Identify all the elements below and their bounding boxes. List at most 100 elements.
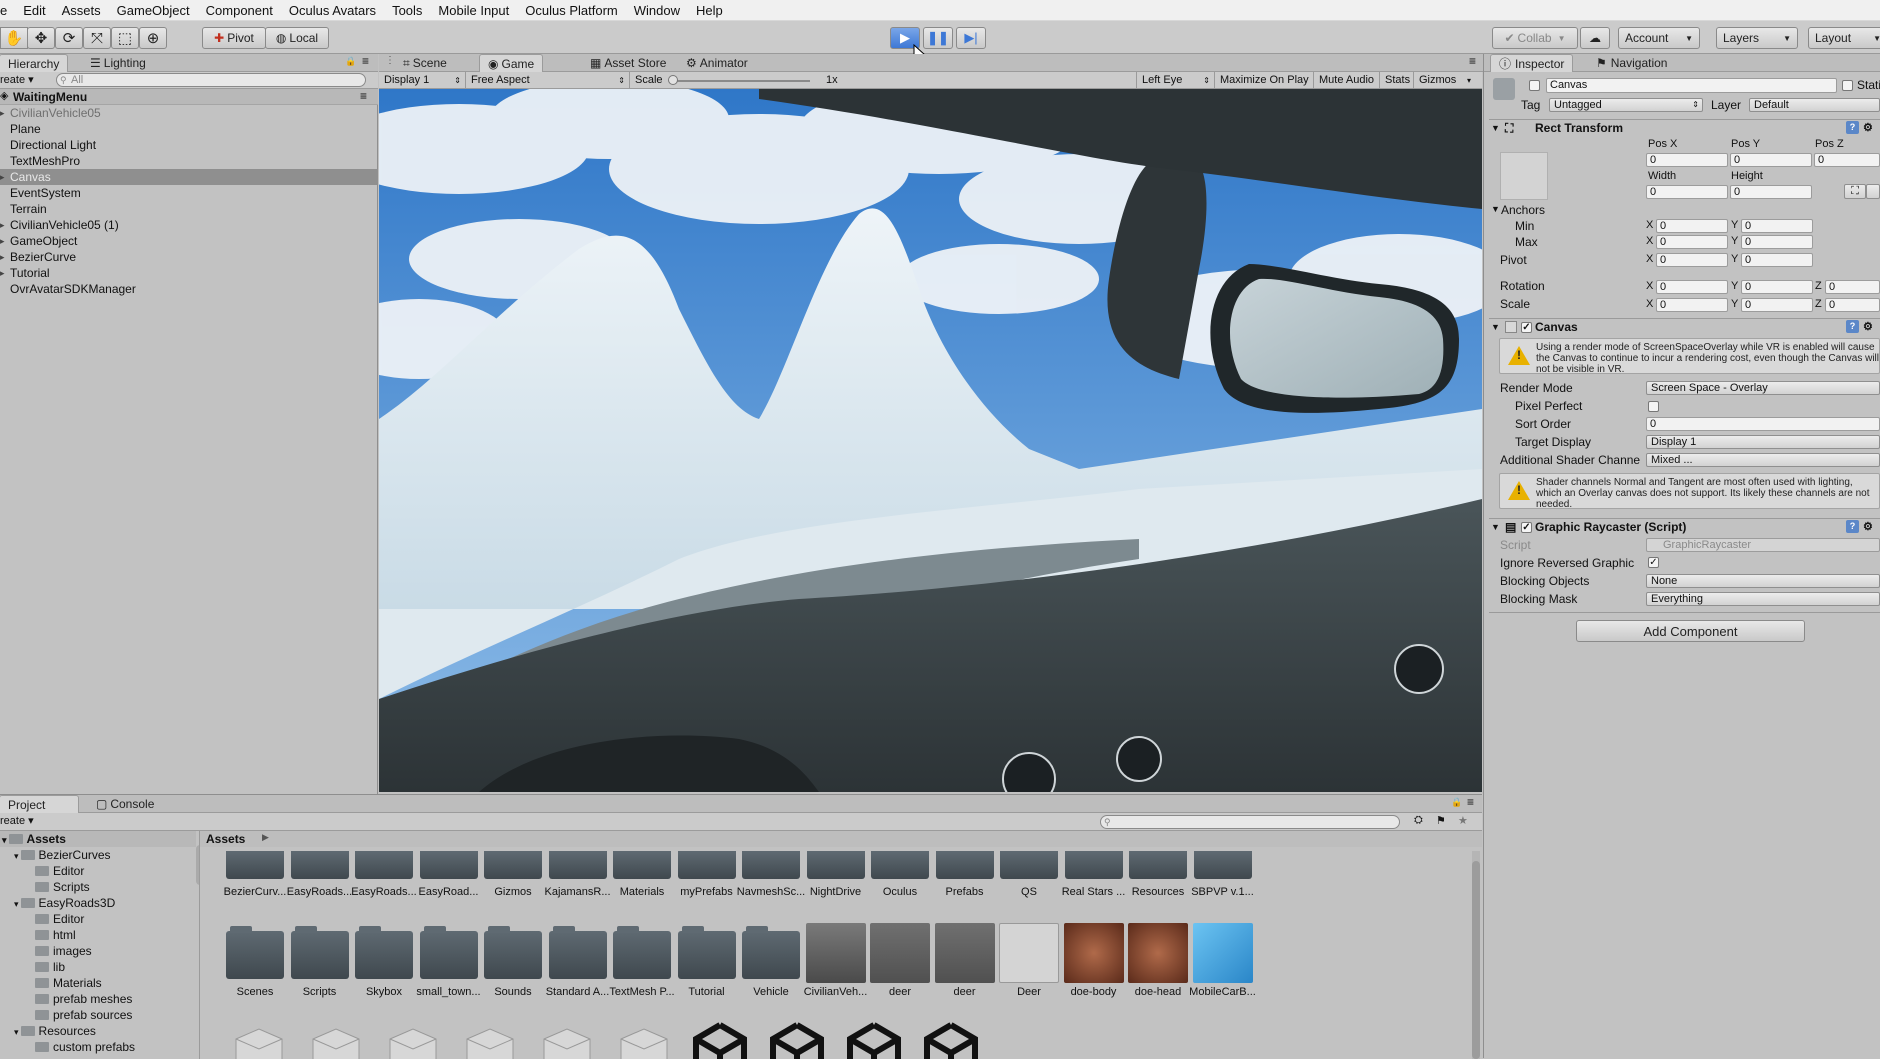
scale-slider-thumb[interactable] — [668, 75, 678, 85]
asset-folder[interactable]: Real Stars ... — [1057, 851, 1131, 898]
menu-item-tools[interactable]: Tools — [384, 3, 430, 18]
lock-icon[interactable]: 🔒 — [1451, 797, 1462, 808]
expand-arrow-icon[interactable]: ▸ — [0, 217, 5, 233]
rotation-y-input[interactable]: 0 — [1741, 280, 1813, 294]
lock-icon[interactable]: 🔒 — [345, 56, 356, 67]
menu-item-oculus-avatars[interactable]: Oculus Avatars — [281, 3, 384, 18]
tab-game[interactable]: ◉ Game — [479, 54, 544, 72]
asset-item[interactable]: Deer — [992, 923, 1066, 998]
hierarchy-item[interactable]: ▸ Canvas — [0, 169, 378, 185]
asset-folder[interactable]: Standard A... — [541, 926, 615, 998]
expand-arrow-icon[interactable]: ▾ — [14, 899, 19, 909]
prefab-icon[interactable] — [615, 1021, 673, 1059]
layers-dropdown[interactable]: Layers ▼ — [1716, 27, 1798, 49]
scale-y-input[interactable]: 0 — [1741, 298, 1813, 312]
shader-channels-dropdown[interactable]: Mixed ... — [1646, 453, 1880, 467]
transform-tool-button[interactable]: ⊕ — [139, 27, 167, 49]
canvas-enabled-checkbox[interactable]: ✓ — [1521, 322, 1532, 333]
tab-asset-store[interactable]: ▦ Asset Store — [582, 54, 674, 72]
asset-folder[interactable]: Vehicle — [734, 926, 808, 998]
scale-z-input[interactable]: 0 — [1825, 298, 1880, 312]
scale-tool-button[interactable]: ⤧ — [83, 27, 111, 49]
active-checkbox[interactable] — [1529, 80, 1540, 91]
anchor-presets-button[interactable] — [1500, 152, 1548, 200]
hierarchy-item[interactable]: ▸ CivilianVehicle05 (1) — [0, 217, 378, 233]
prefab-icon[interactable] — [461, 1021, 519, 1059]
anchor-min-x-input[interactable]: 0 — [1656, 219, 1728, 233]
favorite-star-icon[interactable]: ★ — [1458, 814, 1468, 827]
move-tool-button[interactable]: ✥ — [27, 27, 55, 49]
hierarchy-search-input[interactable]: ⚲ All — [56, 73, 366, 87]
display-dropdown[interactable]: Display 1 ⇕ — [379, 72, 466, 89]
asset-item[interactable]: doe-body — [1057, 923, 1131, 998]
hierarchy-item[interactable]: TextMeshPro — [0, 153, 378, 169]
add-component-button[interactable]: Add Component — [1576, 620, 1805, 642]
layout-dropdown[interactable]: Layout ▼ — [1808, 27, 1880, 49]
tab-project[interactable]: Project — [0, 795, 79, 813]
help-icon[interactable]: ? — [1846, 320, 1859, 333]
hierarchy-item[interactable]: ▸ CivilianVehicle05 — [0, 105, 378, 121]
asset-folder[interactable]: Gizmos — [476, 851, 550, 898]
asset-folder[interactable]: Resources — [1121, 851, 1195, 898]
project-folder-item[interactable]: ▾ EasyRoads3D — [0, 895, 196, 911]
asset-item[interactable]: doe-head — [1121, 923, 1195, 998]
hierarchy-item[interactable]: EventSystem — [0, 185, 378, 201]
prefab-icon[interactable] — [230, 1021, 288, 1059]
tab-scene[interactable]: ⌗ Scene — [395, 54, 455, 72]
asset-folder[interactable]: Tutorial — [670, 926, 744, 998]
ignore-reversed-checkbox[interactable]: ✓ — [1648, 557, 1659, 568]
menu-item-component[interactable]: Component — [198, 3, 281, 18]
expand-arrow-icon[interactable]: ▸ — [0, 105, 5, 121]
raw-edit-button[interactable]: ⛶ — [1844, 184, 1866, 199]
anchor-max-y-input[interactable]: 0 — [1741, 235, 1813, 249]
asset-folder[interactable]: EasyRoads... — [347, 851, 421, 898]
menu-item-mobile-input[interactable]: Mobile Input — [430, 3, 517, 18]
tab-console[interactable]: ▢ Console — [88, 795, 162, 813]
tab-lighting[interactable]: ☰ Lighting — [82, 54, 154, 72]
reset-button[interactable] — [1866, 184, 1880, 199]
anchor-max-x-input[interactable]: 0 — [1656, 235, 1728, 249]
scene-header[interactable]: ◈ WaitingMenu ≡ — [0, 89, 378, 105]
blocking-objects-dropdown[interactable]: None — [1646, 574, 1880, 588]
asset-item[interactable]: CivilianVeh... — [799, 923, 873, 998]
asset-folder[interactable]: QS — [992, 851, 1066, 898]
width-input[interactable]: 0 — [1646, 185, 1728, 199]
step-button[interactable]: ▶| — [956, 27, 986, 49]
rect-tool-button[interactable]: ⬚ — [111, 27, 139, 49]
local-button[interactable]: ◍ Local — [265, 27, 329, 49]
project-folder-item[interactable]: ▾ BezierCurves — [0, 847, 196, 863]
pivot-y-input[interactable]: 0 — [1741, 253, 1813, 267]
hierarchy-item[interactable]: ▸ Tutorial — [0, 265, 378, 281]
hierarchy-item[interactable]: ▸ BezierCurve — [0, 249, 378, 265]
tab-menu-icon[interactable]: ⋮ — [385, 55, 395, 66]
menu-item-window[interactable]: Window — [626, 3, 688, 18]
rotation-x-input[interactable]: 0 — [1656, 280, 1728, 294]
component-settings-icon[interactable]: ⚙ — [1863, 519, 1873, 536]
project-folder-item[interactable]: Scripts — [0, 879, 196, 895]
expand-arrow-icon[interactable]: ▼ — [1491, 519, 1500, 536]
asset-folder[interactable]: Skybox — [347, 926, 421, 998]
asset-item[interactable]: deer — [928, 923, 1002, 998]
tab-inspector[interactable]: ⓘ Inspector — [1490, 54, 1574, 72]
pause-button[interactable]: ❚❚ — [923, 27, 953, 49]
menu-item-assets[interactable]: Assets — [54, 3, 109, 18]
blocking-mask-dropdown[interactable]: Everything — [1646, 592, 1880, 606]
menu-item-oculus-platform[interactable]: Oculus Platform — [517, 3, 625, 18]
project-folder-item[interactable]: prefab sources — [0, 1007, 196, 1023]
layer-dropdown[interactable]: Default — [1749, 98, 1880, 112]
asset-folder[interactable]: small_town... — [412, 926, 486, 998]
expand-arrow-icon[interactable]: ▸ — [0, 169, 5, 185]
collab-button[interactable]: ✔ Collab ▼ — [1492, 27, 1578, 49]
filter-type-icon[interactable]: ⛭ — [1414, 814, 1423, 827]
menu-item-edit[interactable]: Edit — [15, 3, 53, 18]
unity-scene-icon[interactable] — [921, 1021, 981, 1059]
hand-tool-button[interactable]: ✋ — [0, 27, 28, 49]
hierarchy-item[interactable]: Directional Light — [0, 137, 378, 153]
asset-folder[interactable]: myPrefabs — [670, 851, 744, 898]
eye-dropdown[interactable]: Left Eye ⇕ — [1136, 72, 1215, 89]
static-checkbox[interactable] — [1842, 80, 1853, 91]
asset-item[interactable]: MobileCarB... — [1186, 923, 1260, 998]
expand-arrow-icon[interactable]: ▼ — [1491, 319, 1500, 336]
asset-folder[interactable]: Sounds — [476, 926, 550, 998]
project-folder-item[interactable]: Materials — [0, 975, 196, 991]
